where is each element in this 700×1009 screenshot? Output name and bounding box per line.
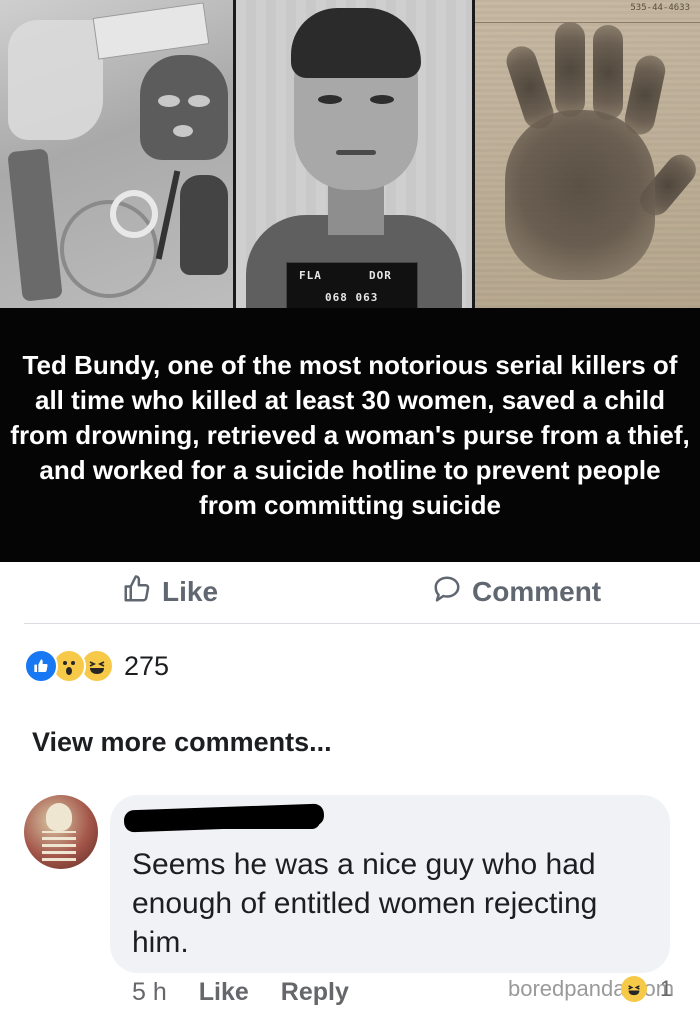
laughing-emoji-icon	[621, 976, 648, 1002]
evidence-tape	[110, 190, 158, 238]
speech-bubble-icon	[432, 574, 462, 611]
palm-print-photo: 535-44-4633	[475, 0, 700, 308]
like-button[interactable]: Like	[122, 572, 218, 612]
comment-timestamp: 5 h	[132, 978, 167, 1006]
post-action-bar: Like Comment	[0, 562, 700, 624]
evidence-cloth	[8, 20, 103, 140]
evidence-crowbar	[155, 170, 181, 260]
mugshot-name-plate: FLA DOR 068 063	[286, 262, 418, 308]
evidence-glove	[180, 175, 228, 275]
evidence-bag	[7, 148, 63, 302]
plate-text-number: 068 063	[325, 291, 379, 304]
palm-form-header: 535-44-4633	[475, 0, 700, 23]
watermark-text-left: boredpanda	[508, 976, 626, 1001]
comment-reaction-count: 1	[660, 976, 673, 1001]
comment-button-label: Comment	[472, 576, 602, 607]
comment-like-button[interactable]: Like	[199, 978, 249, 1007]
thumbs-up-icon	[122, 574, 152, 611]
divider	[24, 623, 700, 624]
comment-button[interactable]: Comment	[432, 572, 601, 612]
boredpanda-watermark: boredpanda om	[508, 976, 674, 1002]
like-reaction-icon	[24, 649, 58, 683]
evidence-box	[92, 2, 210, 60]
evidence-photo	[0, 0, 233, 308]
plate-text-state: FLA	[299, 269, 322, 282]
evidence-ski-mask	[140, 55, 228, 160]
comment-reply-button[interactable]: Reply	[281, 978, 349, 1007]
comment-meta: 5 h Like Reply	[132, 978, 349, 1007]
header-photo-strip: FLA DOR 068 063 535-44-4633	[0, 0, 700, 308]
like-button-label: Like	[162, 576, 219, 607]
post-caption-box: Ted Bundy, one of the most notorious ser…	[0, 308, 700, 562]
plate-text-dept: DOR	[369, 269, 392, 282]
reaction-count: 275	[124, 650, 170, 681]
comment-text: Seems he was a nice guy who had enough o…	[132, 848, 598, 959]
palm-print	[505, 110, 655, 280]
comment-bubble: Seems he was a nice guy who had enough o…	[110, 795, 670, 973]
reactions-summary[interactable]: 275	[24, 648, 169, 684]
view-more-comments-link[interactable]: View more comments...	[32, 727, 332, 758]
mugshot-photo: FLA DOR 068 063	[236, 0, 472, 308]
post-caption: Ted Bundy, one of the most notorious ser…	[10, 349, 690, 520]
commenter-avatar[interactable]	[24, 795, 98, 869]
